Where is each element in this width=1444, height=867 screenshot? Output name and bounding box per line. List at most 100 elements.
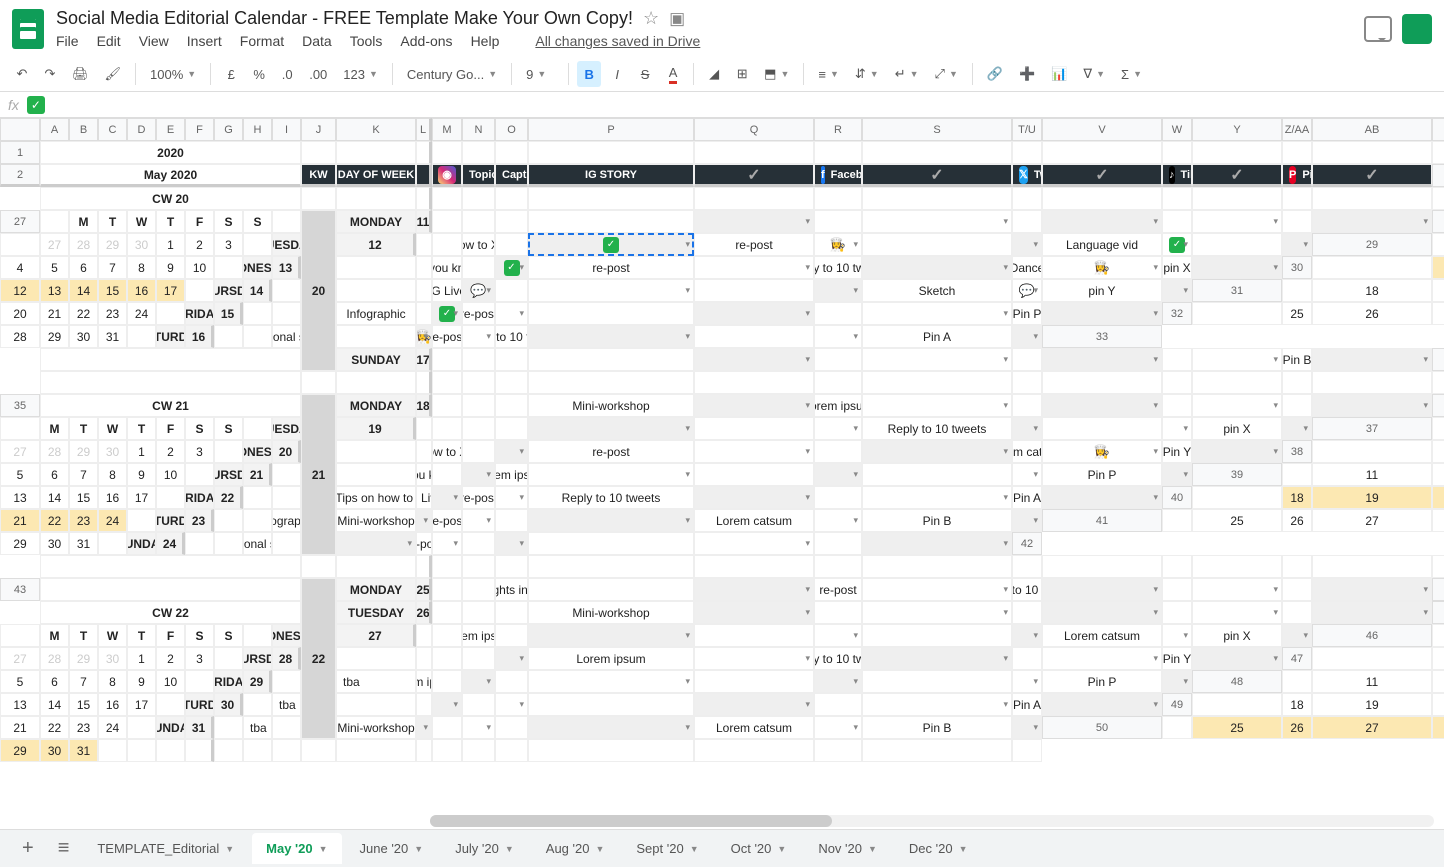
mini-cal-day[interactable]: 28 (69, 233, 98, 256)
twitter-cell[interactable] (694, 279, 814, 302)
dow-cell[interactable]: WEDNESDAY (243, 256, 272, 279)
twitter-cell[interactable] (528, 302, 694, 325)
tk-status-dropdown[interactable] (1162, 624, 1192, 647)
facebook-cell[interactable]: Lorem ipsum (528, 647, 694, 670)
mini-cal-title[interactable]: CW 22 (40, 601, 301, 624)
fb-status-dropdown[interactable] (862, 348, 1012, 371)
mini-cal-day[interactable]: 28 (40, 440, 69, 463)
tw-status-dropdown[interactable] (1042, 348, 1162, 371)
mini-cal-day[interactable]: 27 (1312, 716, 1432, 739)
caption-cell[interactable] (495, 210, 528, 233)
cell[interactable] (98, 532, 127, 555)
fb-status-dropdown[interactable] (694, 440, 814, 463)
twitter-cell[interactable] (495, 716, 528, 739)
topic-cell[interactable] (432, 233, 462, 256)
date-cell[interactable]: 21 (243, 463, 272, 486)
pt-status-dropdown[interactable] (1192, 647, 1282, 670)
tw-status-dropdown[interactable] (1042, 578, 1162, 601)
cell[interactable] (416, 624, 432, 647)
mini-cal-day[interactable]: 15 (69, 693, 98, 716)
mini-cal-day[interactable]: 6 (69, 256, 98, 279)
date-cell[interactable]: 20 (272, 440, 301, 463)
cell[interactable] (862, 187, 1012, 210)
cell[interactable] (243, 302, 272, 325)
topic-cell[interactable]: tba (336, 670, 416, 693)
cell[interactable] (1012, 371, 1042, 394)
topic-cell[interactable] (416, 256, 432, 279)
menu-insert[interactable]: Insert (187, 33, 222, 49)
mini-cal-day[interactable]: 4 (1432, 647, 1444, 670)
tw-status-dropdown[interactable] (1042, 394, 1162, 417)
twitter-cell[interactable] (462, 532, 495, 555)
cell[interactable] (814, 141, 862, 164)
cell[interactable] (862, 555, 1012, 578)
cell[interactable] (0, 624, 40, 647)
mini-cal-day[interactable]: 22 (40, 509, 69, 532)
ig-status-dropdown[interactable] (432, 693, 462, 716)
mini-cal-day[interactable]: 26 (1312, 302, 1432, 325)
cell[interactable] (243, 739, 272, 762)
cell[interactable] (1192, 555, 1282, 578)
topic-cell[interactable] (432, 624, 462, 647)
sheet-tab[interactable]: TEMPLATE_Editorial ▼ (83, 833, 248, 864)
cell[interactable] (336, 141, 416, 164)
tiktok-cell[interactable] (814, 302, 862, 325)
cell[interactable] (1282, 141, 1312, 164)
mini-cal-day[interactable]: 3 (214, 233, 243, 256)
cell[interactable] (495, 555, 528, 578)
cell[interactable] (214, 509, 243, 532)
col-header[interactable]: Q (694, 118, 814, 141)
topic-cell[interactable] (462, 578, 495, 601)
mini-cal-day[interactable]: 8 (127, 256, 156, 279)
mini-cal-day[interactable]: 19 (1312, 486, 1432, 509)
mini-cal-title[interactable]: CW 21 (40, 394, 301, 417)
cell[interactable] (462, 739, 495, 762)
dow-cell[interactable]: FRIDAY (185, 486, 214, 509)
cell[interactable] (40, 555, 301, 578)
tiktok-cell[interactable] (1162, 348, 1192, 371)
sheet-tab[interactable]: July '20 ▼ (441, 833, 528, 864)
cell[interactable] (272, 279, 301, 302)
mini-cal-day[interactable]: 29 (40, 325, 69, 348)
fb-status-dropdown[interactable] (694, 647, 814, 670)
mini-cal-day[interactable]: 23 (69, 509, 98, 532)
tiktok-cell[interactable]: Lorem catsum (694, 509, 814, 532)
mini-cal-day[interactable]: 27 (40, 233, 69, 256)
text-color-button[interactable]: A (661, 61, 685, 87)
dow-cell[interactable]: SATURDAY (156, 509, 185, 532)
col-header[interactable]: D (127, 118, 156, 141)
tw-status-dropdown[interactable] (1042, 601, 1162, 624)
col-header[interactable]: R (814, 118, 862, 141)
zoom-select[interactable]: 100%▼ (144, 65, 202, 84)
twitter-cell[interactable] (814, 440, 862, 463)
facebook-cell[interactable] (495, 670, 528, 693)
topic-cell[interactable] (462, 601, 495, 624)
cell[interactable] (432, 739, 462, 762)
dow-cell[interactable]: SUNDAY (156, 716, 185, 739)
fb-status-dropdown[interactable]: 👩‍🍳 (814, 233, 862, 256)
tw-status-dropdown[interactable] (1012, 233, 1042, 256)
cell[interactable] (462, 141, 495, 164)
cell[interactable] (495, 187, 528, 210)
tiktok-cell[interactable] (1162, 578, 1192, 601)
chart-button[interactable]: 📊 (1045, 61, 1073, 87)
cell[interactable] (156, 486, 185, 509)
cell[interactable] (416, 233, 432, 256)
igstory-cell[interactable]: Mini-workshop (336, 509, 416, 532)
twitter-cell[interactable] (495, 509, 528, 532)
mini-cal-day[interactable]: 16 (98, 693, 127, 716)
ig-status-dropdown[interactable]: ✓ (432, 302, 462, 325)
comment-button[interactable]: ➕ (1013, 61, 1041, 87)
pinterest-cell[interactable]: Pin Y (1162, 647, 1192, 670)
row-header[interactable]: 37 (1312, 417, 1432, 440)
cell[interactable] (1012, 187, 1042, 210)
cell[interactable] (862, 141, 1012, 164)
facebook-cell[interactable] (814, 348, 862, 371)
topic-cell[interactable] (462, 348, 495, 371)
pinterest-cell[interactable]: pin X (1192, 417, 1282, 440)
row-header[interactable]: 41 (1042, 509, 1162, 532)
caption-cell[interactable]: Infographic (336, 302, 416, 325)
cell[interactable] (416, 141, 432, 164)
igstory-cell[interactable] (528, 348, 694, 371)
twitter-header[interactable]: 𝕏 Twitter (1012, 164, 1042, 187)
